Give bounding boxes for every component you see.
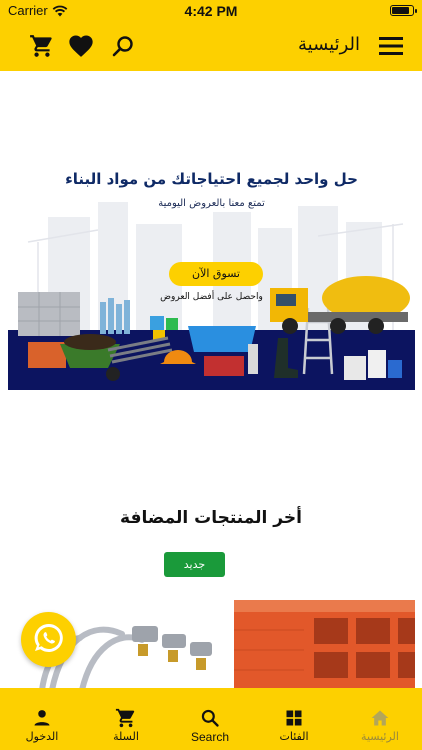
cart-icon[interactable] — [27, 31, 57, 61]
banner-cta-note: واحصل على أفضل العروض — [160, 292, 263, 302]
banner-subline: تمتع معنا بالعروض اليومية — [158, 198, 265, 209]
nav-item-home[interactable]: الرئيسية — [338, 688, 422, 750]
status-bar: Carrier 4:42 PM — [0, 0, 422, 22]
grid-icon — [282, 706, 306, 730]
nav-item-cart[interactable]: السلة — [84, 688, 168, 750]
nav-item-categories[interactable]: الفئات — [252, 688, 336, 750]
nav-label: Search — [190, 730, 230, 744]
battery-icon — [390, 5, 417, 16]
whatsapp-button[interactable] — [21, 612, 76, 667]
bottom-navigation: الدخول السلة Search الفئات الرئيسية — [0, 688, 422, 750]
nav-label: الدخول — [25, 730, 59, 743]
promo-banner[interactable]: حل واحد لجميع احتياجاتك من مواد البناء ت… — [8, 112, 415, 390]
home-icon — [368, 706, 392, 730]
banner-headline: حل واحد لجميع احتياجاتك من مواد البناء — [65, 170, 358, 188]
latest-products-title: أخر المنتجات المضافة — [120, 508, 302, 528]
banner-illustration — [8, 202, 415, 390]
new-badge[interactable]: جديد — [164, 552, 225, 577]
page-title: الرئيسية — [298, 34, 360, 55]
shop-now-button[interactable]: تسوق الآن — [169, 262, 263, 286]
nav-label: الرئيسية — [361, 730, 399, 743]
battery-fill — [392, 7, 409, 14]
person-icon — [30, 706, 54, 730]
clock: 4:42 PM — [184, 3, 238, 19]
menu-icon[interactable] — [376, 31, 406, 61]
app-bar: الرئيسية — [0, 22, 422, 71]
nav-item-search[interactable]: Search — [168, 688, 252, 750]
product-image-hollow-brick[interactable] — [234, 600, 415, 692]
search-icon — [198, 706, 222, 730]
nav-label: السلة — [113, 730, 139, 743]
nav-label: الفئات — [279, 730, 309, 743]
search-icon[interactable] — [108, 31, 138, 61]
whatsapp-icon — [32, 621, 66, 659]
cart-icon — [114, 706, 138, 730]
heart-icon[interactable] — [66, 31, 96, 61]
nav-item-login[interactable]: الدخول — [0, 688, 84, 750]
